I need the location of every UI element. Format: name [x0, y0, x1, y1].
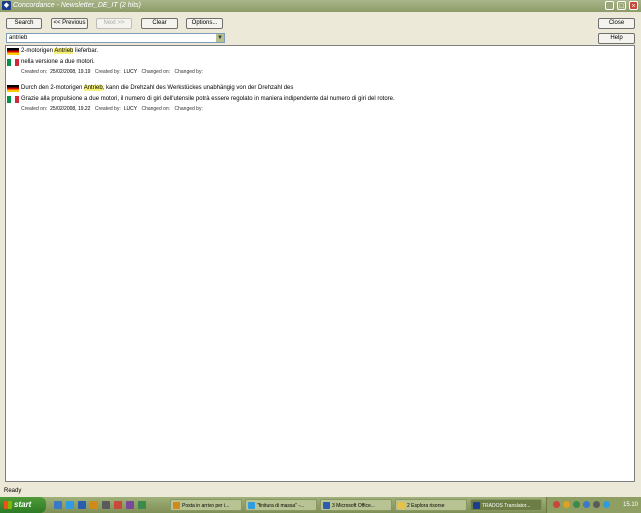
hit-meta: Created on: 25/02/2008, 19.22 Created by:…: [21, 106, 206, 112]
title-bar[interactable]: ◆ Concordance - Newsletter_DE_IT (2 hits…: [0, 0, 641, 12]
taskbar-item-label: 3 Microsoft Office...: [332, 503, 375, 509]
created-by-label: Created by:: [94, 69, 121, 75]
app-quicklaunch-icon[interactable]: [126, 501, 134, 509]
windows-logo-icon: [4, 501, 12, 509]
source-text-pre: Durch den 2-motorigen: [21, 85, 84, 91]
maximize-button[interactable]: □: [617, 1, 626, 10]
close-button[interactable]: Close: [598, 18, 635, 29]
taskbar-item-label: TRADOS Translator...: [482, 503, 531, 509]
chevron-down-icon[interactable]: ▼: [216, 34, 224, 42]
previous-button[interactable]: << Previous: [51, 18, 88, 29]
close-window-button[interactable]: ×: [629, 1, 638, 10]
search-input-value: antrieb: [9, 35, 28, 41]
created-by-value: LUCY: [123, 69, 138, 75]
italian-flag-icon: [7, 96, 19, 103]
tray-icon[interactable]: [553, 501, 560, 508]
changed-by-label: Changed by:: [174, 69, 203, 75]
search-button[interactable]: Search: [6, 18, 42, 29]
options-button[interactable]: Options...: [186, 18, 223, 29]
changed-by-label: Changed by:: [174, 106, 203, 112]
taskbar-item-browser[interactable]: "finitura di massa" -...: [245, 499, 317, 511]
trados-icon: [473, 502, 480, 509]
clock: 15.10: [622, 502, 638, 508]
target-text: nella versione a due motori.: [21, 59, 95, 65]
source-text-pre: 2-motorigen: [21, 48, 55, 54]
ie-quicklaunch-icon[interactable]: [66, 501, 74, 509]
search-highlight: Antrieb: [54, 48, 74, 54]
taskbar: start Posta in arrivo per i... "finitura…: [0, 497, 641, 513]
source-text-post: , kann die Drehzahl des Werkstückes unab…: [102, 85, 294, 91]
outlook-quicklaunch-icon[interactable]: [90, 501, 98, 509]
start-button[interactable]: start: [0, 497, 46, 513]
taskbar-item-outlook[interactable]: Posta in arrivo per i...: [170, 499, 242, 511]
taskbar-item-label: Posta in arrivo per i...: [182, 503, 230, 509]
next-button[interactable]: Next >>: [96, 18, 132, 29]
word-quicklaunch-icon[interactable]: [78, 501, 86, 509]
folder-icon: [398, 502, 405, 509]
system-tray: 15.10: [546, 497, 641, 513]
changed-on-label: Changed on:: [141, 69, 171, 75]
tray-icon[interactable]: [603, 501, 610, 508]
german-flag-icon: [7, 48, 19, 55]
outlook-icon: [173, 502, 180, 509]
created-on-value: 25/02/2008, 19.19: [50, 69, 91, 75]
tray-icon[interactable]: [563, 501, 570, 508]
hit-meta: Created on: 25/02/2008, 19.19 Created by:…: [21, 69, 206, 75]
taskbar-item-office[interactable]: 3 Microsoft Office...: [320, 499, 392, 511]
word-icon: [323, 502, 330, 509]
app-icon: ◆: [2, 1, 11, 10]
created-by-label: Created by:: [94, 106, 121, 112]
app-quicklaunch-icon[interactable]: [114, 501, 122, 509]
start-label: start: [14, 500, 32, 509]
explorer-quicklaunch-icon[interactable]: [54, 501, 62, 509]
results-pane[interactable]: 2-motorigen Antrieb lieferbar. nella ver…: [5, 45, 635, 482]
search-highlight: Antrieb: [83, 85, 103, 91]
created-on-value: 25/02/2008, 19.22: [50, 106, 91, 112]
created-on-label: Created on:: [21, 106, 48, 112]
browser-icon: [248, 502, 255, 509]
tray-icon[interactable]: [583, 501, 590, 508]
taskbar-item-label: "finitura di massa" -...: [257, 503, 305, 509]
search-input[interactable]: antrieb ▼: [6, 33, 225, 43]
german-flag-icon: [7, 85, 19, 92]
changed-on-label: Changed on:: [141, 106, 171, 112]
app-quicklaunch-icon[interactable]: [138, 501, 146, 509]
taskbar-item-explorer[interactable]: 2 Esplora risorse: [395, 499, 467, 511]
created-by-value: LUCY: [123, 106, 138, 112]
tray-icon[interactable]: [573, 501, 580, 508]
app-quicklaunch-icon[interactable]: [102, 501, 110, 509]
taskbar-item-label: 2 Esplora risorse: [407, 503, 445, 509]
minimize-button[interactable]: _: [605, 1, 614, 10]
source-text-post: lieferbar.: [73, 48, 99, 54]
taskbar-item-trados[interactable]: TRADOS Translator...: [470, 499, 542, 511]
target-text: Grazie alla propulsione a due motori, il…: [21, 96, 395, 102]
tray-icon[interactable]: [593, 501, 600, 508]
clear-button[interactable]: Clear: [141, 18, 178, 29]
italian-flag-icon: [7, 59, 19, 66]
created-on-label: Created on:: [21, 69, 48, 75]
status-bar: Ready: [0, 486, 641, 496]
window-title: Concordance - Newsletter_DE_IT (2 hits): [13, 2, 141, 9]
help-button[interactable]: Help: [598, 33, 635, 44]
status-text: Ready: [4, 488, 22, 494]
